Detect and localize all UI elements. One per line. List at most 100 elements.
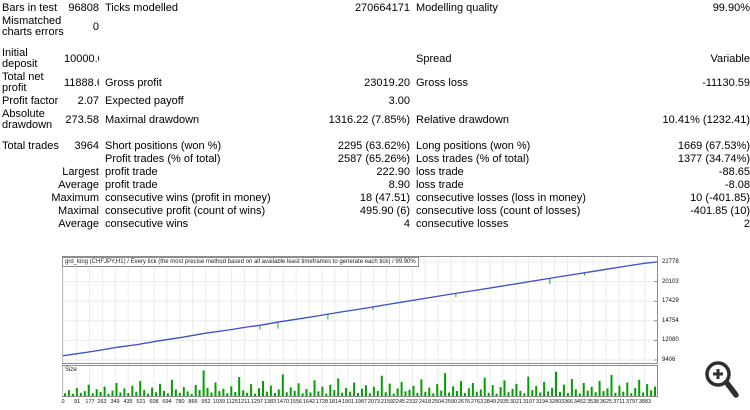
- row-label: Initial deposit: [2, 39, 64, 71]
- row-value: 3.00: [289, 95, 410, 108]
- y-tick-label: 9406: [662, 357, 675, 363]
- x-tick-label: 2332: [406, 399, 418, 405]
- row-label: Maximal drawdown: [99, 108, 289, 132]
- row-value: 99.90%: [610, 2, 750, 15]
- row-label: Profit trades (% of total): [99, 153, 289, 166]
- row-label: [410, 95, 610, 108]
- row-value: 1316.22 (7.85%): [289, 108, 410, 132]
- x-tick-label: 1039: [213, 399, 225, 405]
- x-tick-label: 608: [149, 399, 158, 405]
- row-label: [410, 15, 610, 39]
- x-tick-label: 1987: [355, 399, 367, 405]
- x-tick-label: 1642: [303, 399, 315, 405]
- table-row: Averageprofit trade8.90loss trade-8.08: [2, 179, 750, 192]
- row-value: -11130.59: [610, 71, 750, 95]
- row-label: Profit factor: [2, 95, 64, 108]
- zoom-in-button[interactable]: [702, 358, 744, 404]
- x-tick-label: 2849: [484, 399, 496, 405]
- x-tick-label: 3452: [574, 399, 586, 405]
- report-table-body: Bars in test96808Ticks modelled270664171…: [2, 2, 750, 231]
- row-label: Total net profit: [2, 71, 64, 95]
- balance-chart: grd_king (CHFJPY,H1) / Every tick (the m…: [62, 256, 748, 410]
- row-value: 10 (-401.85): [610, 192, 750, 205]
- row-label: loss trade: [410, 179, 610, 192]
- row-value: 495.90 (6): [289, 205, 410, 218]
- x-tick-label: 1211: [238, 399, 250, 405]
- x-tick-label: 2418: [419, 399, 431, 405]
- row-label: consecutive losses (loss in money): [410, 192, 610, 205]
- row-value: [289, 15, 410, 39]
- row-label: profit trade: [99, 166, 289, 179]
- x-tick-label: 2935: [497, 399, 509, 405]
- table-row: Profit trades (% of total)2587 (65.26%)L…: [2, 153, 750, 166]
- row-value: 2.07: [64, 95, 99, 108]
- row-label: Total trades: [2, 132, 64, 153]
- row-label: consecutive wins: [99, 218, 289, 231]
- row-value: -8.08: [610, 179, 750, 192]
- row-label: loss trade: [410, 166, 610, 179]
- x-tick-label: 1556: [290, 399, 302, 405]
- row-label: consecutive wins (profit in money): [99, 192, 289, 205]
- x-tick-label: 2073: [368, 399, 380, 405]
- table-row: Largestprofit trade222.90loss trade-88.6…: [2, 166, 750, 179]
- x-tick-label: 91: [74, 399, 80, 405]
- row-value: 0: [64, 15, 99, 39]
- x-tick-label: 1814: [329, 399, 341, 405]
- row-label: profit trade: [99, 179, 289, 192]
- row-value: 4: [289, 218, 410, 231]
- x-tick-label: 349: [110, 399, 119, 405]
- balance-plot: [62, 256, 658, 364]
- x-tick-label: 2763: [471, 399, 483, 405]
- table-row: Profit factor2.07Expected payoff3.00: [2, 95, 750, 108]
- x-tick-label: 3021: [510, 399, 522, 405]
- x-tick-label: 3107: [523, 399, 535, 405]
- x-tick-label: 3538: [587, 399, 599, 405]
- table-row: Maximalconsecutive profit (count of wins…: [2, 205, 750, 218]
- row-value: 23019.20: [289, 71, 410, 95]
- row-label: [99, 39, 289, 71]
- x-tick-label: 263: [97, 399, 106, 405]
- row-value: 1377 (34.74%): [610, 153, 750, 166]
- chart-title: grd_king (CHFJPY,H1) / Every tick (the m…: [62, 257, 419, 267]
- x-tick-label: 2676: [458, 399, 470, 405]
- x-tick-label: 1125: [226, 399, 238, 405]
- row-value: [610, 15, 750, 39]
- x-tick-label: 3280: [549, 399, 561, 405]
- row-value: 273.58: [64, 108, 99, 132]
- row-value: 3964: [64, 132, 99, 153]
- x-tick-label: 952: [201, 399, 210, 405]
- row-value: [289, 39, 410, 71]
- table-row: Absolute drawdown273.58Maximal drawdown1…: [2, 108, 750, 132]
- row-label: Average: [2, 218, 99, 231]
- row-label: Mismatched charts errors: [2, 15, 64, 39]
- x-tick-label: 3883: [639, 399, 651, 405]
- row-label: Average: [2, 179, 99, 192]
- x-tick-label: 2504: [432, 399, 444, 405]
- row-value: [64, 153, 99, 166]
- row-label: Spread: [410, 39, 610, 71]
- row-label: Expected payoff: [99, 95, 289, 108]
- x-tick-label: 2590: [445, 399, 457, 405]
- magnifier-plus-icon: [702, 358, 744, 404]
- row-value: 10.41% (1232.41): [610, 108, 750, 132]
- size-axis-label: Size: [65, 367, 77, 374]
- table-row: Total trades3964Short positions (won %)2…: [2, 132, 750, 153]
- table-row: Mismatched charts errors0: [2, 15, 750, 39]
- x-tick-label: 2245: [393, 399, 405, 405]
- row-value: 8.90: [289, 179, 410, 192]
- row-label: Maximum: [2, 192, 99, 205]
- x-tick-label: 3711: [613, 399, 625, 405]
- x-tick-label: 694: [162, 399, 171, 405]
- row-value: 96808: [64, 2, 99, 15]
- x-tick-label: 1470: [277, 399, 289, 405]
- row-value: [610, 95, 750, 108]
- row-value: 222.90: [289, 166, 410, 179]
- x-tick-label: 3366: [561, 399, 573, 405]
- table-row: Bars in test96808Ticks modelled270664171…: [2, 2, 750, 15]
- row-label: [2, 153, 64, 166]
- row-value: 10000.00: [64, 39, 99, 71]
- row-label: Gross profit: [99, 71, 289, 95]
- row-label: Absolute drawdown: [2, 108, 64, 132]
- row-label: consecutive losses: [410, 218, 610, 231]
- y-tick-label: 12080: [662, 337, 679, 343]
